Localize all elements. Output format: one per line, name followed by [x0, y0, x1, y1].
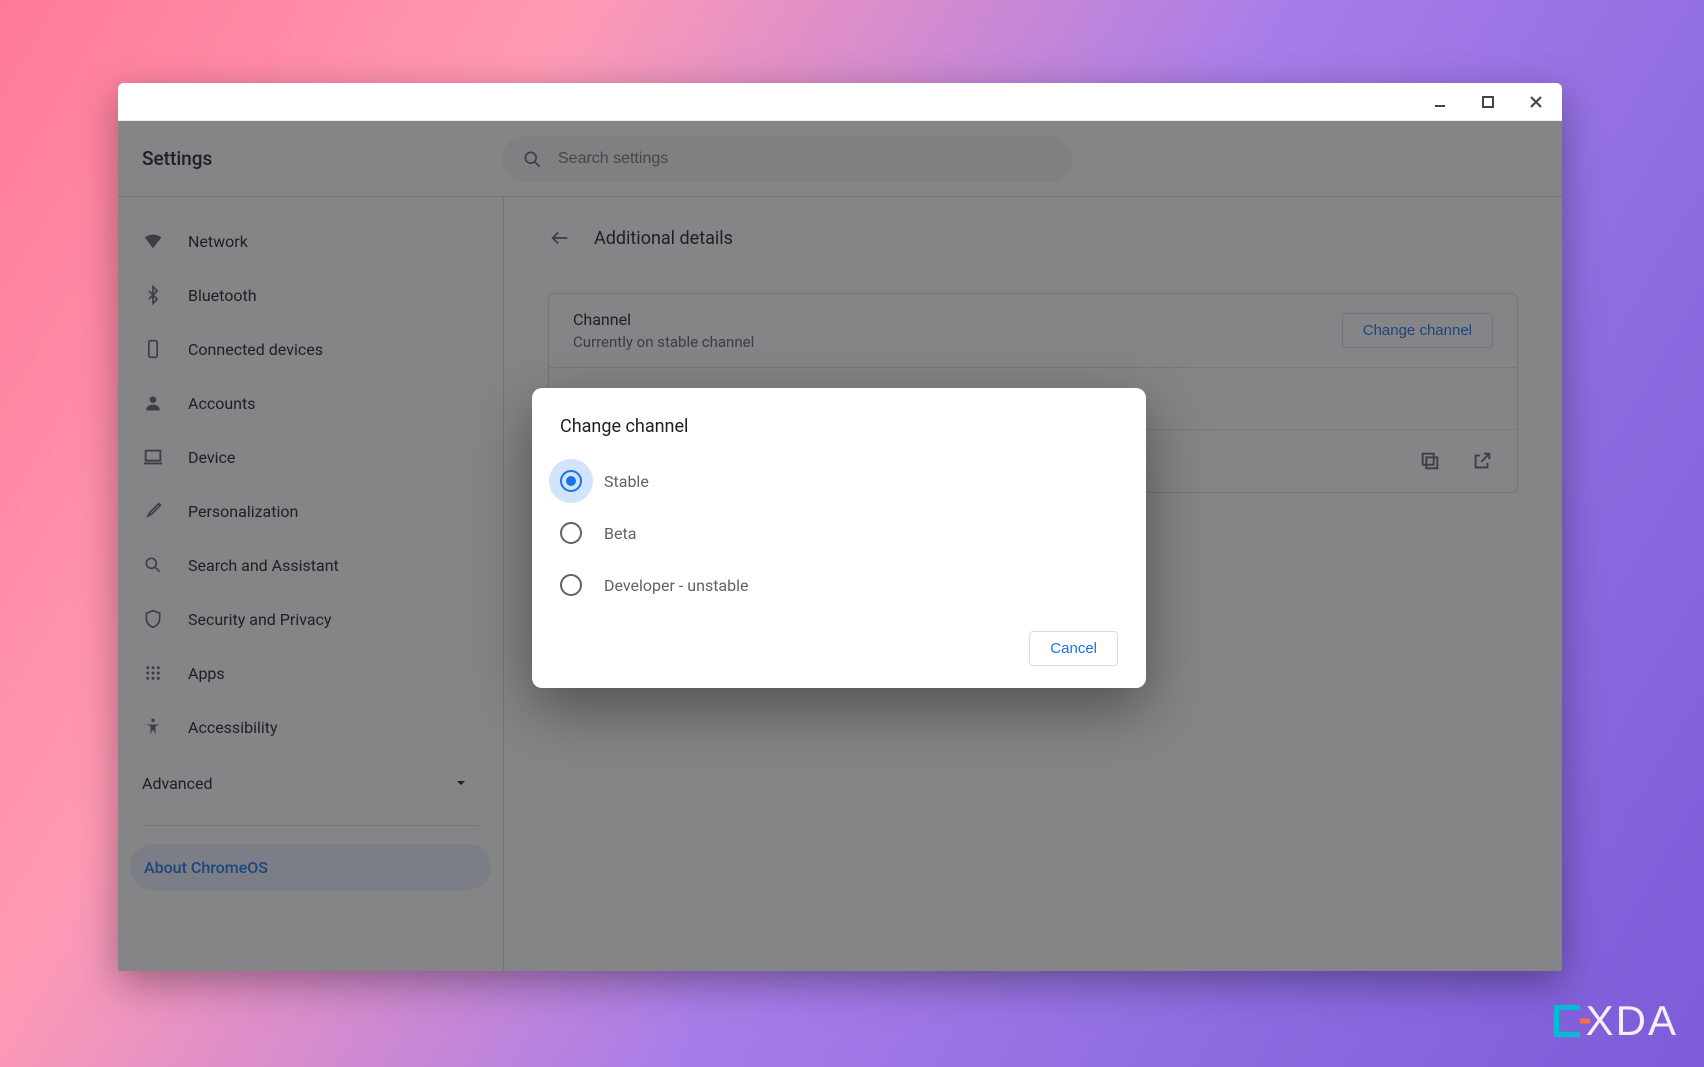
radio-icon — [560, 470, 582, 492]
radio-halo — [549, 459, 593, 503]
minimize-button[interactable] — [1424, 86, 1456, 118]
cancel-button[interactable]: Cancel — [1029, 631, 1118, 666]
radio-option-stable[interactable]: Stable — [560, 459, 1118, 503]
radio-option-beta[interactable]: Beta — [560, 511, 1118, 555]
change-channel-dialog: Change channel Stable Beta Developer - u… — [532, 388, 1146, 688]
dialog-actions: Cancel — [560, 631, 1118, 666]
window-titlebar — [118, 83, 1562, 121]
xda-watermark: XDA — [1554, 997, 1678, 1045]
radio-icon — [560, 574, 582, 596]
xda-bracket-icon — [1554, 1005, 1580, 1037]
close-button[interactable] — [1520, 86, 1552, 118]
dialog-title: Change channel — [560, 416, 1118, 437]
radio-label: Beta — [604, 524, 636, 543]
radio-label: Stable — [604, 472, 649, 491]
radio-icon — [560, 522, 582, 544]
watermark-text: XDA — [1586, 997, 1678, 1045]
radio-label: Developer - unstable — [604, 576, 749, 595]
maximize-button[interactable] — [1472, 86, 1504, 118]
radio-option-developer[interactable]: Developer - unstable — [560, 563, 1118, 607]
